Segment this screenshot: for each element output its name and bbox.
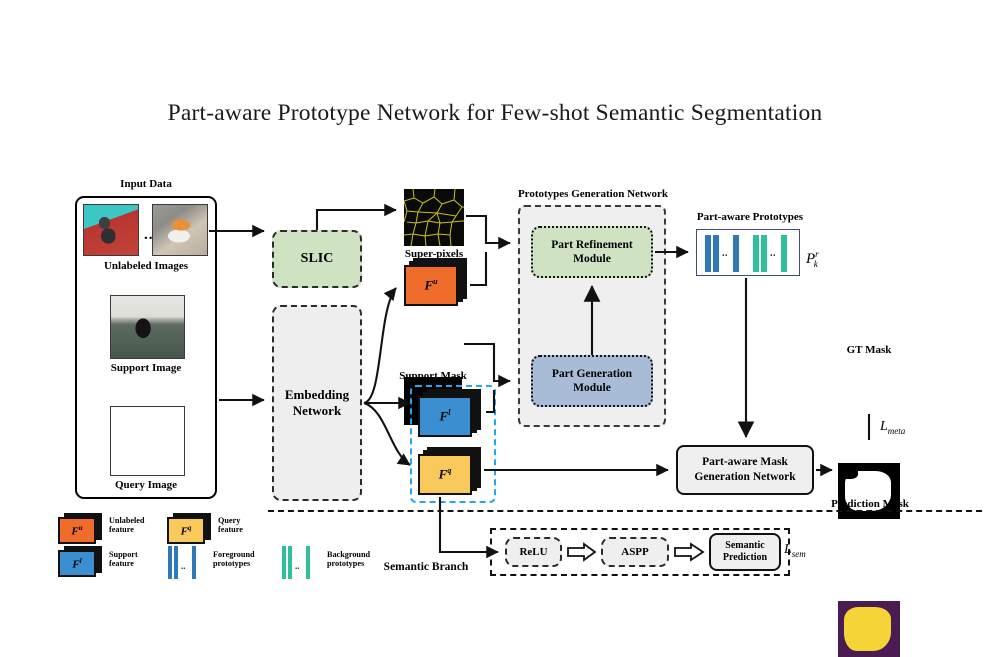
semantic-prediction-label-line2: Prediction — [722, 552, 768, 563]
legend-foreground-text-line2: prototypes — [213, 559, 251, 569]
part-aware-prototypes-box: .. .. — [696, 229, 800, 276]
gt-mask-label: GT Mask — [846, 344, 892, 356]
legend-support-symbol: Fl — [72, 556, 82, 571]
legend-background-text-line2: prototypes — [327, 559, 365, 569]
superpixels-image — [404, 189, 464, 246]
input-data-heading: Input Data — [120, 178, 172, 190]
aspp-label: ASPP — [621, 546, 649, 558]
legend-unlabeled-text-line1: Unlabeled — [109, 516, 145, 525]
legend-background-ellipsis: .. — [295, 561, 300, 571]
support-image-label: Support Image — [110, 362, 182, 374]
background-prototype-bar-1 — [753, 235, 759, 272]
query-feature-cube: Fq — [418, 447, 482, 497]
part-generation-label-line1: Part Generation — [551, 367, 633, 380]
legend-support-feature-cube: Fl — [58, 546, 106, 582]
legend-query-text-line1: Query — [218, 516, 241, 525]
arrow-slic-to-superpixels — [315, 203, 397, 230]
background-prototypes-ellipsis: .. — [770, 248, 776, 259]
embedding-network-module[interactable]: Embedding Network — [272, 305, 362, 501]
slic-module[interactable]: SLIC — [272, 230, 362, 288]
background-prototype-bar-2 — [761, 235, 767, 272]
foreground-prototype-bar-3 — [733, 235, 739, 272]
unlabeled-feature-cube: Fu — [404, 258, 468, 308]
support-feature-cube: Fl — [418, 389, 482, 439]
foreground-prototype-bar-1 — [705, 235, 711, 272]
part-generation-module[interactable]: Part Generation Module — [531, 355, 653, 407]
legend-query-symbol: Fq — [180, 523, 192, 538]
part-aware-mask-generation-network[interactable]: Part-aware Mask Generation Network — [676, 445, 814, 495]
embedding-network-label-line1: Embedding — [284, 386, 350, 402]
support-feature-symbol: Fl — [439, 408, 451, 424]
prototypes-symbol: Prk — [806, 249, 819, 269]
legend-unlabeled-symbol: Fu — [71, 523, 83, 538]
support-mask-label: Support Mask — [399, 370, 467, 382]
foreground-prototypes-ellipsis: .. — [722, 248, 728, 259]
legend-background-text-line1: Background — [327, 550, 371, 559]
part-generation-label-line2: Module — [573, 382, 611, 394]
prototypes-generation-network-heading: Prototypes Generation Network — [517, 188, 669, 200]
legend-support-text-line1: Support — [109, 550, 138, 559]
unlabeled-feature-symbol: Fu — [424, 277, 438, 293]
foreground-prototype-bar-2 — [713, 235, 719, 272]
legend-unlabeled-text-line2: feature — [109, 525, 134, 535]
semantic-prediction-module[interactable]: Semantic Prediction — [709, 533, 781, 571]
unlabeled-image-2 — [152, 204, 208, 256]
arrow-embedding-to-fu — [363, 287, 397, 405]
legend-query-feature-cube: Fq — [167, 513, 215, 549]
loss-sem-symbol: Lsem — [784, 542, 806, 559]
legend-support-text-line2: feature — [109, 559, 134, 569]
branch-divider — [268, 510, 982, 512]
legend: Fu Unlabeled feature Fq Query feature Fl… — [58, 513, 370, 580]
prediction-mask-label: Prediction Mask — [831, 498, 909, 510]
query-image-thumbnail — [110, 406, 185, 476]
mask-generation-label-line2: Generation Network — [694, 471, 796, 483]
slic-label: SLIC — [300, 251, 334, 266]
unlabeled-images-label: Unlabeled Images — [103, 260, 189, 272]
embedding-network-label-line2: Network — [292, 403, 342, 418]
legend-query-text-line2: feature — [218, 525, 243, 535]
legend-unlabeled-feature-cube: Fu — [58, 513, 106, 549]
legend-foreground-prototype-bars: .. — [168, 546, 210, 580]
superpixel-lines-icon — [404, 189, 464, 246]
semantic-prediction-label-line1: Semantic — [725, 540, 765, 551]
part-refinement-module[interactable]: Part Refinement Module — [531, 226, 653, 278]
part-refinement-label-line1: Part Refinement — [551, 238, 633, 251]
legend-foreground-text-line1: Foreground — [213, 550, 255, 559]
query-image-label: Query Image — [114, 479, 177, 491]
mask-generation-label-line1: Part-aware Mask — [702, 456, 788, 469]
diagram-canvas: Part-aware Prototype Network for Few-sho… — [0, 0, 990, 657]
arrow-superpixels-to-prm — [466, 214, 511, 250]
relu-label: ReLU — [519, 546, 548, 558]
unlabeled-image-1 — [83, 204, 139, 256]
legend-background-prototype-bars: .. — [282, 546, 324, 580]
aspp-module[interactable]: ASPP — [601, 537, 669, 567]
support-image-thumbnail — [110, 295, 185, 359]
prediction-mask-image — [838, 601, 900, 657]
background-prototype-bar-3 — [781, 235, 787, 272]
part-refinement-label-line2: Module — [573, 253, 611, 265]
query-feature-symbol: Fq — [438, 466, 452, 482]
legend-foreground-ellipsis: .. — [181, 561, 186, 571]
page-title: Part-aware Prototype Network for Few-sho… — [167, 100, 823, 126]
loss-meta-symbol: Lmeta — [880, 419, 906, 436]
part-aware-prototypes-heading: Part-aware Prototypes — [696, 211, 804, 223]
relu-module[interactable]: ReLU — [505, 537, 562, 567]
